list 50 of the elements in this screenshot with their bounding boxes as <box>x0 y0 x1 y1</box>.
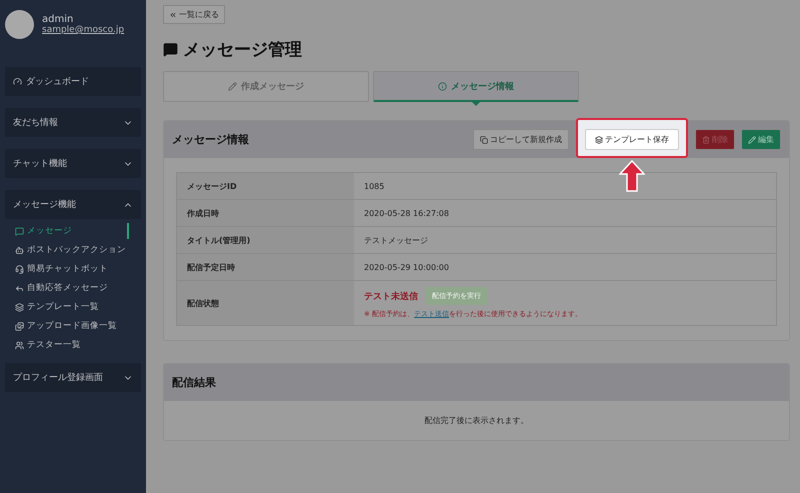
back-button[interactable]: 一覧に戻る <box>163 5 225 24</box>
users-icon <box>15 340 24 350</box>
table-label: タイトル(管理用) <box>177 227 354 253</box>
table-value: テストメッセージ <box>364 234 428 246</box>
sidebar-subitem[interactable]: 自動応答メッセージ <box>15 280 129 296</box>
images-icon <box>15 322 24 330</box>
sidebar-item[interactable]: 友だち情報 <box>5 108 141 137</box>
template-button[interactable]: テンプレート保存 <box>585 129 679 150</box>
table-value: 1085 <box>364 180 384 192</box>
reply-icon <box>15 284 24 292</box>
pencil-icon <box>228 82 237 91</box>
table-label: 配信状態 <box>177 281 354 325</box>
sidebar-subitem[interactable]: テスター一覧 <box>15 337 129 353</box>
sidebar-item[interactable]: プロフィール登録画面 <box>5 363 141 392</box>
sidebar-subitem[interactable]: アップロード画像一覧 <box>15 318 129 334</box>
pencil-icon <box>748 136 756 144</box>
double-chevron-icon <box>169 10 177 18</box>
trash-icon <box>702 136 710 144</box>
sidebar-item[interactable]: メッセージ機能 <box>5 190 141 219</box>
sidebar-item[interactable]: ダッシュボード <box>5 67 141 96</box>
table-value: 2020-05-28 16:27:08 <box>364 208 449 220</box>
sidebar-subitem[interactable]: メッセージ <box>15 223 129 239</box>
robot-icon <box>15 246 24 254</box>
sidebar-subitem[interactable]: 簡易チャットボット <box>15 261 129 277</box>
avatar <box>5 10 34 39</box>
panel-title: メッセージ情報 <box>172 132 249 147</box>
status-text: テスト未送信 <box>364 290 418 302</box>
page-title: メッセージ管理 <box>163 38 790 61</box>
copy-button[interactable]: コピーして新規作成 <box>473 129 569 150</box>
sidebar-subitem[interactable]: テンプレート一覧 <box>15 299 129 315</box>
info-icon <box>438 82 447 90</box>
chat-icon <box>163 42 178 57</box>
table-value: 2020-05-29 10:00:00 <box>364 262 449 274</box>
table-label: メッセージID <box>177 173 354 199</box>
headset-icon <box>15 264 24 274</box>
layers-icon <box>15 302 24 312</box>
gauge-icon <box>13 77 22 86</box>
table-label: 作成日時 <box>177 200 354 226</box>
table-label: 配信予定日時 <box>177 254 354 280</box>
user-name: admin <box>42 14 74 25</box>
chat-icon <box>15 226 24 236</box>
user-email[interactable]: sample@mosco.jp <box>42 25 124 35</box>
primary-button[interactable]: 編集 <box>741 129 781 150</box>
sidebar-item[interactable]: チャット機能 <box>5 149 141 178</box>
panel-title: 配信結果 <box>172 375 216 390</box>
up-arrow-icon <box>619 160 645 192</box>
results-message: 配信完了後に表示されます。 <box>424 415 530 427</box>
layers-icon <box>595 136 603 144</box>
sidebar-subitem[interactable]: ポストバックアクション <box>15 242 129 258</box>
copy-icon <box>480 136 488 144</box>
